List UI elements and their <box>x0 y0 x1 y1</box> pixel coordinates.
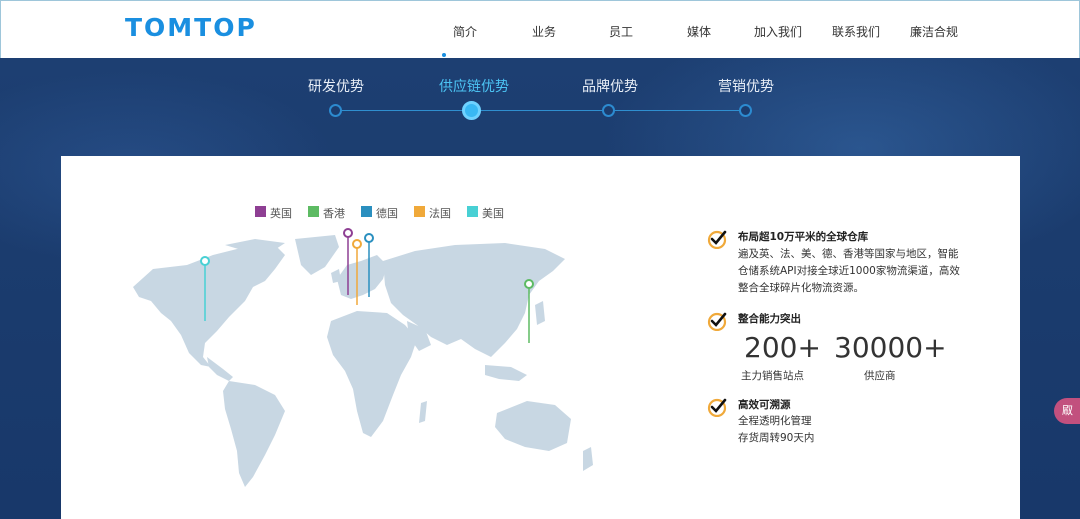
feature-text-line: 全程透明化管理 <box>738 415 812 427</box>
check-badge-icon <box>707 230 727 249</box>
world-map-land <box>133 235 593 487</box>
feature-text-line: 存货周转90天内 <box>738 432 815 444</box>
feature-text-line: 整合全球碎片化物流资源。 <box>738 282 864 294</box>
tomtop-logo[interactable]: TOMTOP <box>125 13 257 42</box>
world-map <box>133 228 593 487</box>
pin-uk[interactable] <box>343 228 353 238</box>
nav-contact-us[interactable]: 联系我们 <box>832 23 880 40</box>
stat-sales-sites-label: 主力销售站点 <box>741 370 804 382</box>
step-dot-brand[interactable] <box>602 104 615 117</box>
check-badge-icon <box>707 312 727 331</box>
check-badge-icon <box>707 398 727 417</box>
top-navbar: TOMTOP 简介 业务 员工 媒体 加入我们 联系我们 廉洁合规 <box>0 0 1080 58</box>
step-dot-marketing[interactable] <box>739 104 752 117</box>
legend-swatch <box>308 206 319 217</box>
tab-rd-advantage[interactable]: 研发优势 <box>308 76 364 96</box>
legend-label: 香港 <box>323 207 345 220</box>
feature-title: 整合能力突出 <box>738 313 801 325</box>
feature-text-line: 遍及英、法、美、德、香港等国家与地区，智能 <box>738 248 959 260</box>
stat-suppliers-label: 供应商 <box>864 370 896 382</box>
nav-compliance[interactable]: 廉洁合规 <box>910 23 958 40</box>
pin-hongkong[interactable] <box>524 279 534 289</box>
translate-icon: 㕞 <box>1062 404 1073 417</box>
nav-business[interactable]: 业务 <box>532 23 556 40</box>
pin-usa[interactable] <box>200 256 210 266</box>
stat-sales-sites-value: 200+ <box>744 331 821 364</box>
pin-germany[interactable] <box>364 233 374 243</box>
legend-swatch <box>467 206 478 217</box>
nav-intro[interactable]: 简介 <box>453 23 477 40</box>
tab-brand-advantage[interactable]: 品牌优势 <box>582 76 638 96</box>
nav-join-us[interactable]: 加入我们 <box>754 23 802 40</box>
pin-france[interactable] <box>352 239 362 249</box>
feature-title: 布局超10万平米的全球仓库 <box>738 231 869 243</box>
legend-label: 美国 <box>482 207 504 220</box>
feature-text-line: 仓储系统API对接全球近1000家物流渠道，高效 <box>738 265 960 277</box>
stat-suppliers-value: 30000+ <box>834 331 947 364</box>
feature-title: 高效可溯源 <box>738 399 791 411</box>
legend-swatch <box>255 206 266 217</box>
legend-swatch <box>361 206 372 217</box>
step-dot-supply-chain[interactable] <box>462 101 481 120</box>
legend-swatch <box>414 206 425 217</box>
step-dot-rd[interactable] <box>329 104 342 117</box>
translate-widget-button[interactable]: 㕞 <box>1054 398 1080 424</box>
nav-staff[interactable]: 员工 <box>609 23 633 40</box>
legend-label: 德国 <box>376 207 398 220</box>
nav-active-indicator <box>442 53 446 57</box>
legend-label: 法国 <box>429 207 451 220</box>
legend-label: 英国 <box>270 207 292 220</box>
nav-media[interactable]: 媒体 <box>687 23 711 40</box>
tab-progress-track <box>335 110 745 111</box>
tab-supply-chain-advantage[interactable]: 供应链优势 <box>439 76 509 96</box>
tab-marketing-advantage[interactable]: 营销优势 <box>718 76 774 96</box>
